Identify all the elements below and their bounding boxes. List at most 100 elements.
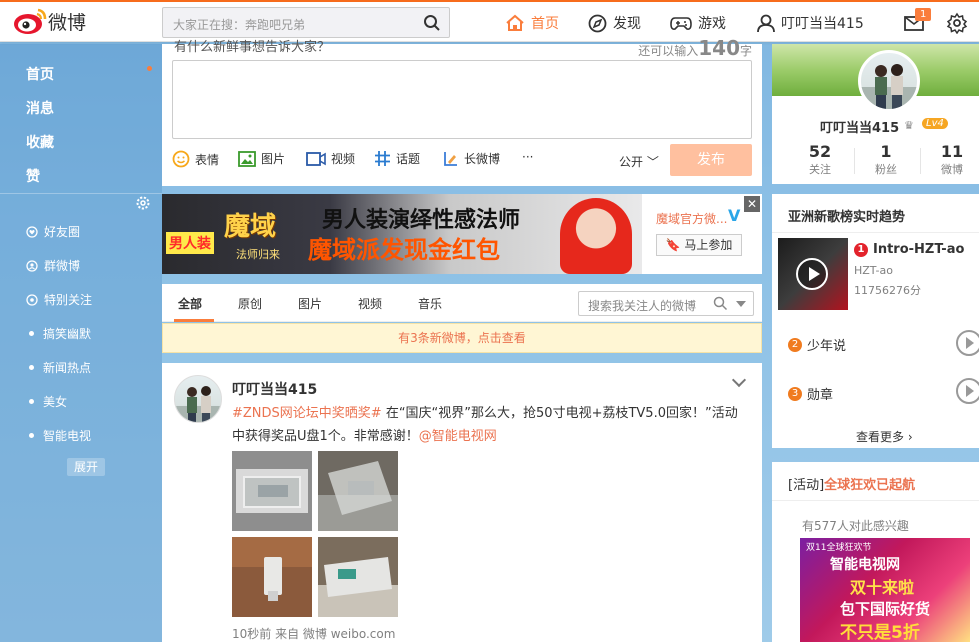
trend-item-1[interactable]: 1 Intro-HZT-ao [854,242,964,257]
join-button[interactable]: 🔖 马上参加 [656,234,742,256]
post-body: #ZNDS网论坛中奖晒奖# 在“国庆“视界”那么大，抢50寸电视+荔枝TV5.0… [232,402,742,448]
visibility-label: 公开 [619,155,644,169]
post-timestamp-source: 10秒前 来自 微博 weibo.com [232,627,396,641]
rank-badge: 3 [788,386,802,401]
profile-avatar[interactable] [858,50,920,112]
stat-value: 11 [940,142,964,161]
image-button[interactable]: 图片 [238,150,285,167]
rank-badge: 2 [788,337,802,352]
sidebar-item-list-funny[interactable]: 搞笑幽默 [26,325,91,342]
member-crown-icon[interactable]: ♛ [904,119,914,132]
post-topic-link[interactable]: #ZNDS网论坛中奖晒奖# [232,406,382,421]
sidebar-item-likes[interactable]: 赞 [26,166,40,186]
post-mention-link[interactable]: @智能电视网 [419,429,497,444]
ad-account-name[interactable]: 魔域官方微... [656,210,727,227]
activity-title: [活动]全球狂欢已起航 [788,474,915,493]
sidebar-item-group-weibo[interactable]: 群微博 [26,257,80,274]
video-button[interactable]: 视频 [306,150,355,167]
group-icon [26,259,38,272]
feed-tabs: 全部 原创 图片 视频 音乐 搜索我关注人的微博 [162,284,762,322]
sidebar-item-label: 智能电视 [43,429,92,443]
play-icon[interactable] [796,258,828,290]
topic-button[interactable]: 话题 [374,150,420,167]
activity-title-link[interactable]: 全球狂欢已起航 [824,478,915,493]
sidebar-item-list-smarttv[interactable]: 智能电视 [26,427,91,444]
search-icon[interactable] [713,296,728,311]
new-posts-notice[interactable]: 有3条新微博，点击查看 [162,323,762,353]
long-weibo-label: 长微博 [464,152,501,166]
user-icon [757,14,775,32]
sidebar-item-friends-circle[interactable]: 好友圈 [26,223,80,240]
play-icon[interactable] [956,330,979,356]
brand-name[interactable]: 微博 [48,8,86,35]
top-nav-bar: 微博 大家正在搜：奔跑吧兄弟 首页 发现 游戏 叮叮当当415 1 [0,0,979,42]
post-image-2[interactable] [318,451,398,531]
nav-game[interactable]: 游戏 [670,12,726,34]
level-badge[interactable]: Lv4 [922,118,948,129]
long-weibo-button[interactable]: 长微博 [442,150,500,167]
sidebar-item-label: 新闻热点 [43,361,92,375]
global-search[interactable]: 大家正在搜：奔跑吧兄弟 [162,7,450,38]
post-menu-chevron-icon[interactable] [731,372,747,388]
composer-textarea[interactable] [172,60,752,139]
sidebar-item-messages[interactable]: 消息 [26,98,54,118]
stat-divider [854,148,855,174]
post-image-1[interactable] [232,451,312,531]
ad-close-button[interactable]: ✕ [744,196,760,212]
stat-label: 微博 [941,163,963,176]
video-icon [306,151,326,166]
tab-videos[interactable]: 视频 [358,295,382,312]
profile-name[interactable]: 叮叮当当415 [820,117,899,136]
emoji-button[interactable]: 表情 [172,150,219,168]
activity-image-text: 智能电视网 [830,557,900,573]
play-icon[interactable] [956,378,979,404]
profile-card: 叮叮当当415 ♛ Lv4 52 关注 1 粉丝 11 微博 [772,44,979,184]
tab-images[interactable]: 图片 [298,295,322,312]
visibility-dropdown[interactable]: 公开 ﹀ [619,153,659,170]
sidebar-item-special-follow[interactable]: 特别关注 [26,291,92,308]
activity-label: [活动] [788,478,825,493]
caret-down-icon[interactable] [736,301,746,307]
nav-discover[interactable]: 发现 [588,12,641,34]
publish-button[interactable]: 发布 [670,144,752,176]
search-icon[interactable] [423,14,441,32]
video-label: 视频 [331,152,356,166]
sidebar-settings-icon[interactable] [136,196,150,210]
tab-all[interactable]: 全部 [178,295,202,312]
sidebar-item-label: 搞笑幽默 [43,327,92,341]
long-text-icon [444,152,457,166]
stat-value: 1 [880,142,892,161]
sidebar-expand-button[interactable]: 展开 [67,458,105,476]
post-image-3[interactable] [232,537,312,617]
more-tools-button[interactable]: ··· [522,150,533,164]
activity-image[interactable]: 双11全球狂欢节 智能电视网 双十来啦 包下国际好货 不只是5折 [800,538,970,642]
more-tools-label: ··· [522,150,534,164]
stat-posts[interactable]: 11 微博 [922,142,979,177]
trend-item-3[interactable]: 3 勋章 [788,384,833,403]
trend-item-2[interactable]: 2 少年说 [788,335,846,354]
sidebar-item-list-news[interactable]: 新闻热点 [26,359,91,376]
view-more-link[interactable]: 查看更多 › [856,428,913,445]
char-counter-prefix: 还可以输入 [638,44,699,58]
sidebar-item-favorites[interactable]: 收藏 [26,132,54,152]
song-title: 少年说 [807,339,847,354]
sidebar-item-home[interactable]: 首页 [26,64,54,84]
stat-following[interactable]: 52 关注 [790,142,850,177]
nav-user-profile[interactable]: 叮叮当当415 [757,12,864,34]
ad-banner-image[interactable]: 男人装 魔域 法师归来 男人装演绎性感法师 魔域派发现金红包 [162,194,642,274]
avatar[interactable] [174,375,222,423]
trend-title[interactable]: 亚洲新歌榜实时趋势 [788,206,905,225]
emoji-label: 表情 [195,152,220,167]
stat-followers[interactable]: 1 粉丝 [856,142,916,177]
post-image-4[interactable] [318,537,398,617]
ad-banner[interactable]: 男人装 魔域 法师归来 男人装演绎性感法师 魔域派发现金红包 魔域官方微... … [162,194,762,274]
sidebar-item-list-beauty[interactable]: 美女 [26,393,67,410]
activity-divider [772,500,979,501]
following-search-input[interactable]: 搜索我关注人的微博 [578,291,754,316]
tab-original[interactable]: 原创 [238,295,262,312]
gear-icon[interactable] [946,12,968,34]
post-author[interactable]: 叮叮当当415 [232,379,317,399]
tab-music[interactable]: 音乐 [418,295,442,312]
star-circle-icon [26,293,38,306]
nav-home[interactable]: 首页 [505,12,559,34]
